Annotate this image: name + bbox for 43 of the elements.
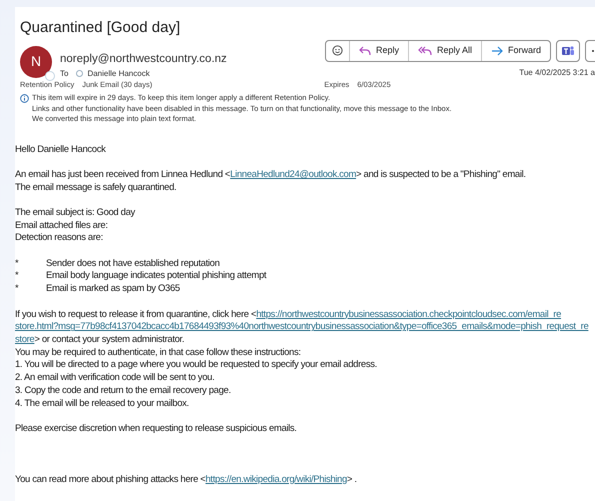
received-date: Tue 4/02/2025 3:21 a (519, 66, 595, 78)
body-text: You may be required to authenticate, in that case follow these instructions: (15, 346, 302, 360)
body-text: Email attached files are: (15, 220, 109, 232)
avatar: N (20, 46, 52, 78)
link[interactable]: store (15, 334, 34, 345)
body-text: Hello Danielle Hancock (15, 144, 107, 156)
presence-icon (45, 70, 55, 80)
body-text: 1. You will be directed to a page where you would be requested to specify your email address. (15, 359, 378, 372)
emoji-icon (332, 45, 343, 56)
reply-button[interactable]: Reply (348, 40, 408, 60)
body-text: 3. Copy the code and return to the email recovery page. (15, 384, 232, 398)
teams-button[interactable] (556, 40, 580, 62)
body-text: The email subject is: Good day (15, 206, 136, 220)
bullet-marker: * (15, 258, 20, 270)
to-label: To (60, 68, 68, 80)
teams-icon (562, 44, 574, 56)
body-text: An email has just been received from Linnea Hedlund <LinneaHedlund24@outlook.com> and is suspected to be a "Phishing" email. (15, 168, 527, 182)
body-text: Detection reasons are: (15, 232, 104, 246)
body-text: 4. The email will be released to your mailbox. (15, 398, 190, 410)
body-text: Email body language indicates potential phishing attempt (46, 270, 266, 284)
link[interactable]: store.html?msg=77b98cf4137042bcacc4b17684493f93%40northwestcountrybusinessassociation&type=office365_emails&mode=phish_request_re (15, 321, 588, 332)
body-text: Please exercise discretion when requesting to release suspicious emails. (15, 422, 298, 436)
forward-icon (490, 46, 503, 56)
recipient-chip[interactable]: Danielle Hancock (76, 68, 150, 80)
info-icon (20, 94, 29, 103)
body-text: 2. An email with verification code will be sent to you. (15, 372, 216, 385)
reply-icon (358, 46, 371, 56)
reply-all-icon (418, 46, 432, 56)
bullet-marker: * (15, 283, 20, 296)
body-text: Email is marked as spam by O365 (46, 283, 180, 296)
bullet-marker: * (15, 270, 20, 284)
link[interactable]: https://en.wikipedia.org/wiki/Phishing (206, 474, 347, 485)
body-text: store> or contact your system administrator. (15, 334, 186, 347)
forward-button[interactable]: Forward (480, 40, 550, 60)
body-text: If you wish to request to release it from quarantine, click here <https://northwestcountrybusinessassociation.checkpointcloudsec.com/email_re (15, 308, 562, 322)
reply-all-button[interactable]: Reply All (408, 40, 481, 60)
body-text: The email message is safely quarantined. (15, 182, 178, 194)
link[interactable]: LinneaHedlund24@outlook.com (230, 168, 356, 180)
body-text: Sender does not have established reputation (46, 258, 220, 270)
email-subject: Quarantined [Good day] (19, 18, 182, 38)
link[interactable]: https://northwestcountrybusinessassociation.checkpointcloudsec.com/email_re (256, 308, 562, 320)
sender-address: noreply@northwestcountry.co.nz (60, 52, 227, 66)
body-text: You can read more about phishing attacks here <https://en.wikipedia.org/wiki/Phishing> . (15, 474, 358, 486)
